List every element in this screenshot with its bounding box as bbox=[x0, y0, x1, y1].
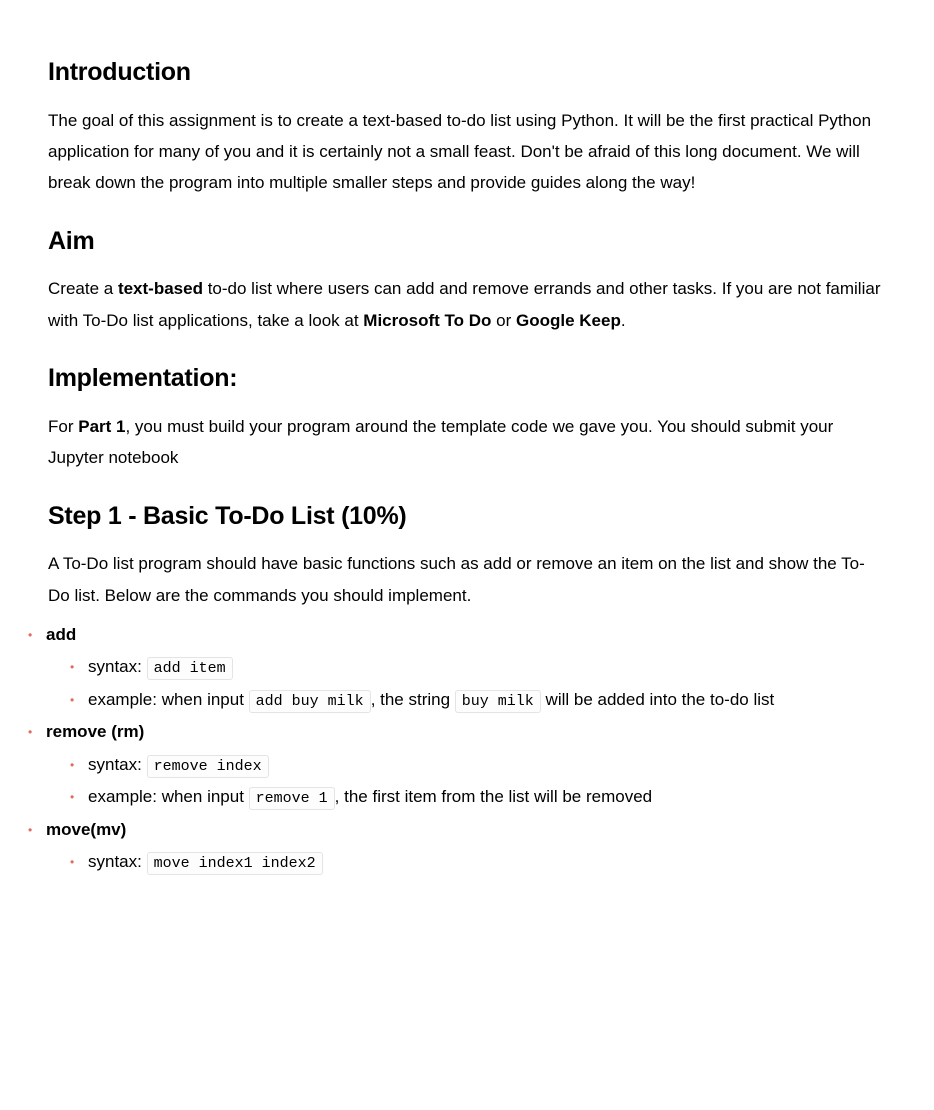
list-item-move: move(mv) syntax: move index1 index2 bbox=[24, 814, 886, 879]
example-text: , the string bbox=[371, 690, 455, 709]
command-label-remove: remove (rm) bbox=[46, 722, 144, 741]
example-text: example: when input bbox=[88, 787, 249, 806]
introduction-paragraph: The goal of this assignment is to create… bbox=[48, 105, 886, 199]
example-code: add buy milk bbox=[249, 690, 371, 713]
list-item-add: add syntax: add item example: when input… bbox=[24, 619, 886, 716]
list-item-add-example: example: when input add buy milk, the st… bbox=[64, 684, 886, 717]
add-sublist: syntax: add item example: when input add… bbox=[64, 651, 886, 716]
syntax-label: syntax: bbox=[88, 852, 147, 871]
syntax-label: syntax: bbox=[88, 755, 147, 774]
implementation-text: , you must build your program around the… bbox=[48, 417, 833, 467]
implementation-bold-part1: Part 1 bbox=[78, 417, 125, 436]
command-label-move: move(mv) bbox=[46, 820, 126, 839]
aim-bold-textbased: text-based bbox=[118, 279, 203, 298]
aim-bold-googlekeep: Google Keep bbox=[516, 311, 621, 330]
aim-text: or bbox=[491, 311, 516, 330]
implementation-paragraph: For Part 1, you must build your program … bbox=[48, 411, 886, 474]
list-item-remove-example: example: when input remove 1, the first … bbox=[64, 781, 886, 814]
syntax-label: syntax: bbox=[88, 657, 147, 676]
list-item-remove: remove (rm) syntax: remove index example… bbox=[24, 716, 886, 813]
syntax-code: add item bbox=[147, 657, 233, 680]
example-code: remove 1 bbox=[249, 787, 335, 810]
aim-text: Create a bbox=[48, 279, 118, 298]
step1-heading: Step 1 - Basic To-Do List (10%) bbox=[48, 500, 886, 533]
step1-paragraph: A To-Do list program should have basic f… bbox=[48, 548, 886, 611]
example-text: example: when input bbox=[88, 690, 249, 709]
list-item-move-syntax: syntax: move index1 index2 bbox=[64, 846, 886, 879]
aim-text: . bbox=[621, 311, 626, 330]
list-item-add-syntax: syntax: add item bbox=[64, 651, 886, 684]
aim-heading: Aim bbox=[48, 225, 886, 258]
move-sublist: syntax: move index1 index2 bbox=[64, 846, 886, 879]
remove-sublist: syntax: remove index example: when input… bbox=[64, 749, 886, 814]
example-code: buy milk bbox=[455, 690, 541, 713]
example-text: will be added into the to-do list bbox=[541, 690, 774, 709]
introduction-heading: Introduction bbox=[48, 56, 886, 89]
implementation-heading: Implementation: bbox=[48, 362, 886, 395]
syntax-code: move index1 index2 bbox=[147, 852, 323, 875]
list-item-remove-syntax: syntax: remove index bbox=[64, 749, 886, 782]
implementation-text: For bbox=[48, 417, 78, 436]
example-text: , the first item from the list will be r… bbox=[335, 787, 652, 806]
aim-bold-mstodo: Microsoft To Do bbox=[363, 311, 491, 330]
aim-paragraph: Create a text-based to-do list where use… bbox=[48, 273, 886, 336]
command-label-add: add bbox=[46, 625, 76, 644]
syntax-code: remove index bbox=[147, 755, 269, 778]
commands-list: add syntax: add item example: when input… bbox=[24, 619, 886, 878]
